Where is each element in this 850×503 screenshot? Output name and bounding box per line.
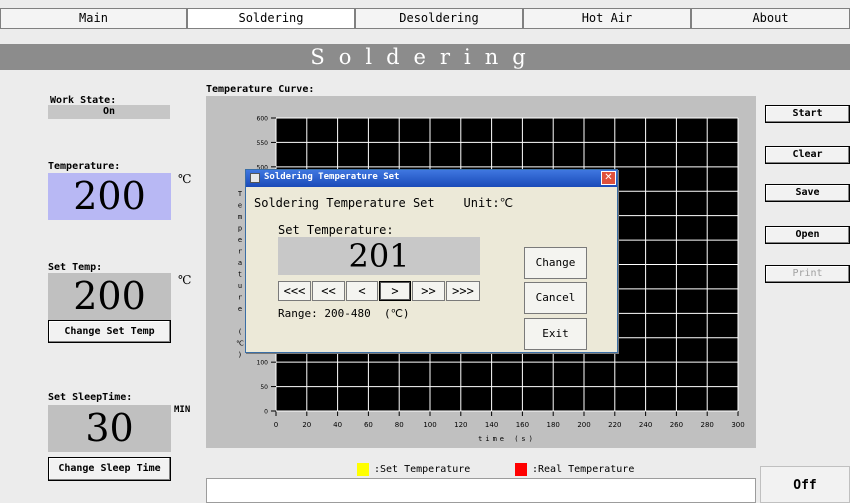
x-tick-label: 180 [547,421,560,429]
increase-medium-button[interactable]: >> [412,281,445,301]
y-axis-label-char: m [238,213,242,221]
set-temp-unit: ℃ [178,273,192,287]
x-tick-label: 260 [670,421,683,429]
x-tick-label: 160 [516,421,529,429]
dialog-heading: Soldering Temperature Set Unit:℃ [254,196,514,210]
temperature-label: Temperature: [48,161,121,172]
save-button[interactable]: Save [765,184,850,202]
tab-label: About [752,11,789,25]
x-tick-label: 20 [302,421,311,429]
set-temp-label: Set Temp: [48,262,103,273]
y-axis-label-char: r [238,248,242,256]
y-tick-label: 600 [257,116,269,123]
y-tick-label: 100 [257,360,269,367]
exit-button[interactable]: Exit [524,318,587,350]
y-axis-label-char: t [238,271,242,279]
close-icon[interactable]: ✕ [601,171,616,185]
tab-main[interactable]: Main [0,8,187,29]
tab-hot-air[interactable]: Hot Air [523,8,691,29]
y-tick-label: 0 [264,409,268,416]
x-tick-label: 60 [364,421,373,429]
x-tick-label: 100 [423,421,436,429]
increase-small-button[interactable]: > [379,281,411,301]
change-sleep-time-button[interactable]: Change Sleep Time [48,457,171,481]
tab-label: Desoldering [399,11,479,25]
y-axis-label-char: e [238,305,242,313]
clear-button[interactable]: Clear [765,146,850,164]
tab-desoldering[interactable]: Desoldering [355,8,523,29]
sleep-time-unit: MIN [174,405,191,415]
decrease-large-button[interactable]: <<< [278,281,311,301]
sleep-time-label: Set SleepTime: [48,392,133,403]
print-button[interactable]: Print [765,265,850,283]
x-tick-label: 300 [731,421,744,429]
y-axis-label-char: a [238,259,242,267]
x-tick-label: 80 [395,421,404,429]
x-tick-label: 40 [333,421,342,429]
change-button[interactable]: Change [524,247,587,279]
x-tick-label: 280 [701,421,714,429]
tab-label: Hot Air [581,11,633,25]
legend-real-label: :Real Temperature [532,464,635,475]
temperature-unit: ℃ [178,172,192,186]
y-axis-label-char: r [238,294,242,302]
range-text: Range: 200-480 (℃) [278,307,410,320]
change-set-temp-button[interactable]: Change Set Temp [48,320,171,343]
legend-set-swatch [357,463,369,476]
set-temperature-label: Set Temperature: [278,223,394,237]
tab-bar: Main Soldering Desoldering Hot Air About [0,0,850,30]
legend-set-label: :Set Temperature [374,464,471,475]
x-tick-label: 120 [454,421,467,429]
x-axis-label: time (s) [478,435,536,443]
dialog-title: Soldering Temperature Set [264,172,400,182]
increase-large-button[interactable]: >>> [446,281,480,301]
tab-about[interactable]: About [691,8,850,29]
y-axis-label-char: e [238,202,242,210]
chart-title: Temperature Curve: [206,84,315,95]
x-tick-label: 200 [577,421,590,429]
decrease-medium-button[interactable]: << [312,281,345,301]
status-indicator: Off [760,466,850,503]
work-state-value: On [48,105,170,119]
temperature-set-dialog: Soldering Temperature Set ✕ Soldering Te… [245,169,618,353]
y-tick-label: 550 [257,140,269,147]
x-tick-label: 220 [608,421,621,429]
start-button[interactable]: Start [765,105,850,123]
decrease-small-button[interactable]: < [346,281,378,301]
y-axis-label-char: u [238,282,242,290]
x-tick-label: 140 [485,421,498,429]
sleep-time-value: 30 [48,405,171,452]
page-banner: Soldering [0,44,850,70]
temperature-value: 200 [48,173,171,220]
y-axis-label-char: ℃ [236,340,244,348]
tab-label: Soldering [238,11,304,25]
x-tick-label: 0 [274,421,278,429]
tab-label: Main [79,11,108,25]
y-axis-label-char: ) [238,351,242,359]
y-axis-label-char: e [238,236,242,244]
set-temp-value: 200 [48,273,171,320]
y-axis-label-char: ( [238,328,242,336]
y-axis-label-char: p [238,225,242,233]
cancel-button[interactable]: Cancel [524,282,587,314]
y-tick-label: 50 [260,384,268,391]
dialog-titlebar: Soldering Temperature Set ✕ [246,170,617,187]
x-tick-label: 240 [639,421,652,429]
tab-soldering[interactable]: Soldering [187,8,355,29]
app-icon [250,173,260,183]
legend-real-swatch [515,463,527,476]
y-axis-label-char: T [238,190,243,198]
set-temperature-value: 201 [278,237,480,275]
open-button[interactable]: Open [765,226,850,244]
adjust-buttons: <<< << < > >> >>> [278,281,480,301]
message-box [206,478,756,503]
